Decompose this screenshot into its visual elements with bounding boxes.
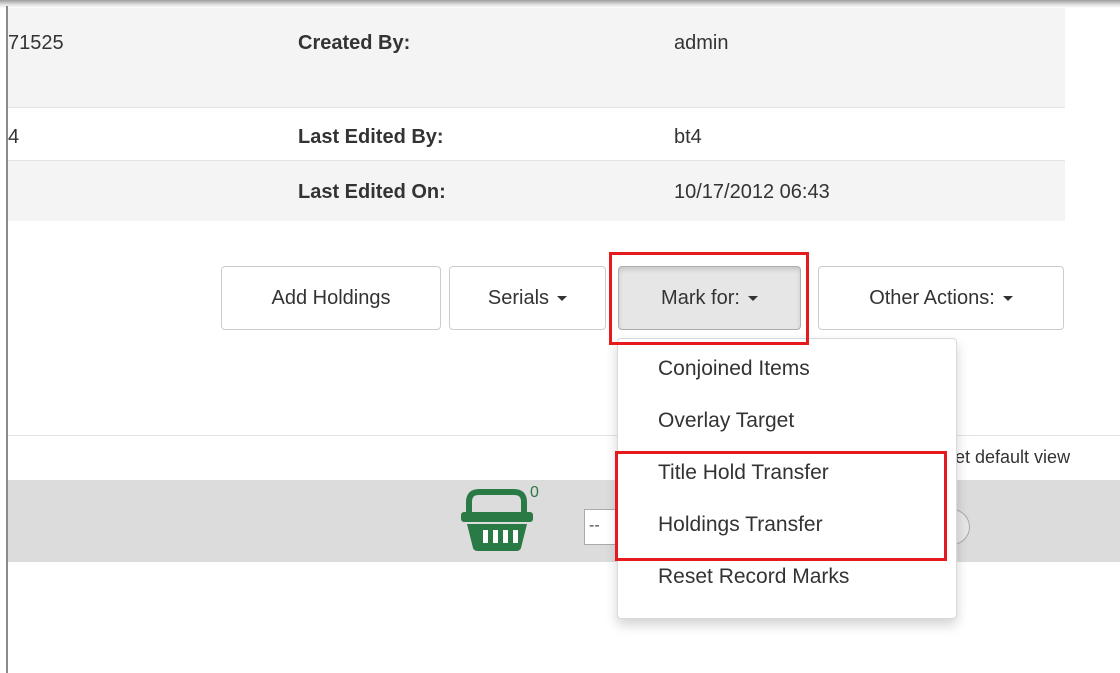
caret-down-icon — [747, 295, 758, 301]
info-row-last-edited-by: 4 Last Edited By: bt4 — [8, 108, 1065, 161]
mark-for-dropdown-menu: Conjoined Items Overlay Target Title Hol… — [617, 338, 957, 619]
add-holdings-label: Add Holdings — [271, 286, 391, 309]
mark-for-button[interactable]: Mark for: — [618, 266, 801, 330]
info-row-last-edited-on: Last Edited On: 10/17/2012 06:43 — [8, 161, 1065, 221]
other-actions-label: Other Actions: — [869, 286, 995, 309]
last-edited-on-label: Last Edited On: — [298, 181, 446, 203]
record-id-fragment: 71525 — [8, 32, 64, 54]
created-by-label: Created By: — [298, 32, 411, 54]
menu-item-overlay-target[interactable]: Overlay Target — [618, 395, 956, 447]
set-default-view-link[interactable]: et default view — [955, 446, 1070, 468]
basket-icon[interactable] — [459, 484, 539, 554]
caret-down-icon — [1002, 295, 1013, 301]
last-edited-on-value: 10/17/2012 06:43 — [674, 181, 830, 203]
other-actions-button[interactable]: Other Actions: — [818, 266, 1064, 330]
menu-item-holdings-transfer[interactable]: Holdings Transfer — [618, 499, 956, 551]
last-edited-by-label: Last Edited By: — [298, 126, 444, 148]
last-edited-by-value: bt4 — [674, 126, 702, 148]
caret-down-icon — [557, 295, 568, 301]
info-row-created-by: 71525 Created By: admin — [8, 8, 1065, 108]
record-info-table: 71525 Created By: admin 4 Last Edited By… — [8, 8, 1065, 221]
serials-button[interactable]: Serials — [449, 266, 606, 330]
menu-item-reset-record-marks[interactable]: Reset Record Marks — [618, 551, 956, 603]
serials-label: Serials — [487, 286, 550, 309]
top-shadow — [0, 0, 1120, 8]
menu-item-title-hold-transfer[interactable]: Title Hold Transfer — [618, 447, 956, 499]
add-holdings-button[interactable]: Add Holdings — [221, 266, 441, 330]
basket-count: 0 — [530, 484, 539, 501]
mark-for-label: Mark for: — [661, 286, 740, 309]
edited-fragment: 4 — [8, 126, 20, 148]
created-by-value: admin — [674, 32, 729, 54]
menu-item-conjoined-items[interactable]: Conjoined Items — [618, 349, 956, 389]
